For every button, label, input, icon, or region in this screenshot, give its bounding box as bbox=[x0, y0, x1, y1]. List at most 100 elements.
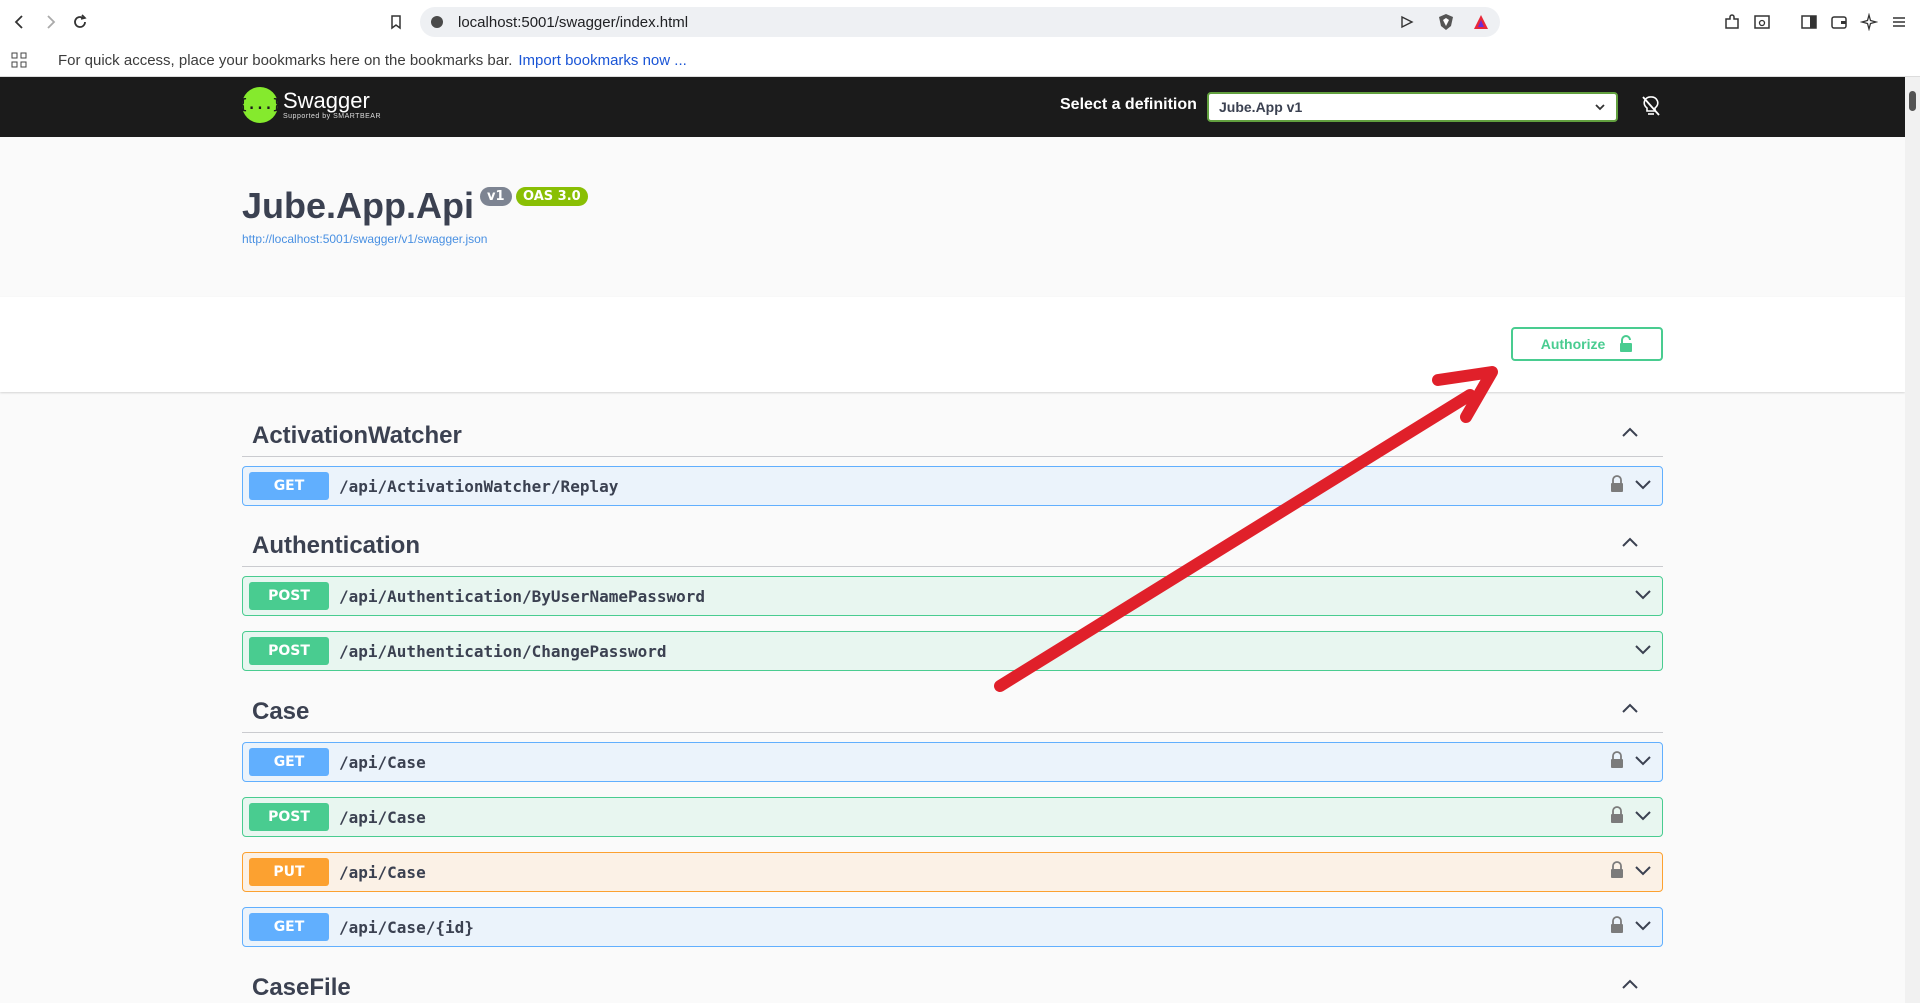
tag-section-activationwatcher[interactable]: ActivationWatcher bbox=[242, 410, 1663, 457]
tab-search-icon bbox=[1754, 15, 1770, 29]
chevron-down-icon[interactable] bbox=[1634, 479, 1652, 491]
operation-row[interactable]: GET /api/Case bbox=[242, 742, 1663, 782]
reload-button[interactable] bbox=[68, 10, 92, 34]
method-badge: POST bbox=[249, 637, 329, 665]
tag-name: CaseFile bbox=[252, 974, 351, 1001]
chevron-down-icon[interactable] bbox=[1634, 920, 1652, 932]
swagger-logo-text: Swagger bbox=[283, 88, 370, 113]
operation-path: /api/Case bbox=[339, 753, 426, 772]
address-text[interactable]: localhost:5001/swagger/index.html bbox=[458, 14, 688, 31]
version-badge: v1 bbox=[480, 187, 512, 206]
oas-badge: OAS 3.0 bbox=[516, 187, 588, 206]
wallet-button[interactable] bbox=[1827, 10, 1851, 34]
definition-select[interactable]: Jube.App v1 bbox=[1207, 92, 1618, 122]
sidebar-icon bbox=[1801, 15, 1817, 29]
api-info: Jube.App.Api v1 OAS 3.0 http://localhost… bbox=[0, 137, 1905, 297]
tab-search-button[interactable] bbox=[1750, 10, 1774, 34]
operation-path: /api/Case/{id} bbox=[339, 918, 474, 937]
chevron-up-icon[interactable] bbox=[1621, 702, 1639, 714]
reload-icon bbox=[74, 14, 87, 28]
browser-chrome: localhost:5001/swagger/index.html For qu… bbox=[0, 0, 1920, 77]
definition-value: Jube.App v1 bbox=[1219, 99, 1303, 115]
vertical-scrollbar[interactable] bbox=[1905, 77, 1920, 1003]
tag-name: ActivationWatcher bbox=[252, 422, 462, 449]
method-badge: POST bbox=[249, 582, 329, 610]
lock-icon[interactable] bbox=[1610, 861, 1624, 879]
chevron-down-icon[interactable] bbox=[1634, 589, 1652, 601]
tag-section-casefile[interactable]: CaseFile bbox=[242, 962, 1663, 1003]
chevron-down-icon[interactable] bbox=[1634, 755, 1652, 767]
operation-row[interactable]: POST /api/Authentication/ChangePassword bbox=[242, 631, 1663, 671]
lock-icon[interactable] bbox=[1610, 806, 1624, 824]
operation-row[interactable]: GET /api/Case/{id} bbox=[242, 907, 1663, 947]
scheme-container: Authorize bbox=[0, 297, 1905, 392]
chevron-up-icon[interactable] bbox=[1621, 536, 1639, 548]
authorize-button[interactable]: Authorize bbox=[1511, 327, 1663, 361]
method-badge: GET bbox=[249, 472, 329, 500]
swagger-logo-icon: {...} bbox=[239, 87, 281, 123]
method-badge: PUT bbox=[249, 858, 329, 886]
lock-icon[interactable] bbox=[1610, 475, 1624, 493]
api-title: Jube.App.Api bbox=[242, 185, 474, 226]
method-badge: GET bbox=[249, 913, 329, 941]
spec-url-link[interactable]: http://localhost:5001/swagger/v1/swagger… bbox=[242, 232, 487, 246]
definition-label: Select a definition bbox=[1060, 96, 1197, 113]
chevron-down-icon[interactable] bbox=[1634, 644, 1652, 656]
swagger-logo[interactable]: {...} Swagger Supported by SMARTBEAR bbox=[239, 87, 382, 123]
sidebar-button[interactable] bbox=[1797, 10, 1821, 34]
authorize-label: Authorize bbox=[1540, 336, 1606, 352]
leo-ai-button[interactable] bbox=[1857, 10, 1881, 34]
operation-row[interactable]: POST /api/Case bbox=[242, 797, 1663, 837]
tag-name: Authentication bbox=[252, 532, 420, 559]
back-arrow-icon bbox=[14, 15, 23, 29]
chevron-down-icon[interactable] bbox=[1634, 810, 1652, 822]
forward-button[interactable] bbox=[38, 10, 62, 34]
extensions-button[interactable] bbox=[1720, 10, 1744, 34]
operation-path: /api/ActivationWatcher/Replay bbox=[339, 477, 619, 496]
lock-icon[interactable] bbox=[1610, 751, 1624, 769]
sparkle-icon bbox=[1860, 13, 1878, 31]
tag-name: Case bbox=[252, 698, 310, 725]
method-badge: GET bbox=[249, 748, 329, 776]
lock-icon[interactable] bbox=[1610, 916, 1624, 934]
site-info-icon[interactable] bbox=[431, 16, 443, 28]
tag-section-authentication[interactable]: Authentication bbox=[242, 520, 1663, 567]
share-icon[interactable] bbox=[1398, 13, 1416, 31]
bookmark-icon bbox=[391, 15, 401, 30]
method-badge: POST bbox=[249, 803, 329, 831]
operation-path: /api/Authentication/ByUserNamePassword bbox=[339, 587, 706, 606]
scrollbar-thumb[interactable] bbox=[1909, 91, 1916, 111]
chevron-up-icon[interactable] bbox=[1621, 426, 1639, 438]
operation-row[interactable]: GET /api/ActivationWatcher/Replay bbox=[242, 466, 1663, 506]
swagger-logo-subtext: Supported by SMARTBEAR bbox=[283, 113, 382, 120]
address-bar[interactable]: localhost:5001/swagger/index.html bbox=[420, 7, 1500, 37]
bookmarks-hint: For quick access, place your bookmarks h… bbox=[58, 52, 513, 69]
operation-path: /api/Case bbox=[339, 808, 426, 827]
brave-rewards-icon[interactable] bbox=[1472, 13, 1490, 31]
brave-shield-icon[interactable] bbox=[1437, 13, 1455, 31]
tag-section-case[interactable]: Case bbox=[242, 686, 1663, 733]
hamburger-icon bbox=[1893, 17, 1905, 27]
wallet-icon bbox=[1831, 16, 1847, 29]
lightbulb-off-icon bbox=[1642, 96, 1660, 116]
lock-open-icon bbox=[1620, 335, 1633, 352]
apps-grid-icon[interactable] bbox=[11, 52, 27, 73]
puzzle-icon bbox=[1725, 14, 1739, 29]
operation-path: /api/Case bbox=[339, 863, 426, 882]
operation-row[interactable]: POST /api/Authentication/ByUserNamePassw… bbox=[242, 576, 1663, 616]
chevron-down-icon[interactable] bbox=[1634, 865, 1652, 877]
bookmarks-bar: For quick access, place your bookmarks h… bbox=[0, 43, 1920, 77]
browser-toolbar: localhost:5001/swagger/index.html bbox=[0, 0, 1920, 43]
chevron-up-icon[interactable] bbox=[1621, 978, 1639, 990]
import-bookmarks-link[interactable]: Import bookmarks now ... bbox=[518, 52, 686, 69]
swagger-topbar: {...} Swagger Supported by SMARTBEAR Sel… bbox=[0, 77, 1905, 137]
back-button[interactable] bbox=[8, 10, 32, 34]
bookmarks-message: For quick access, place your bookmarks h… bbox=[58, 52, 687, 69]
dark-mode-toggle[interactable] bbox=[1639, 94, 1663, 123]
forward-arrow-icon bbox=[47, 15, 56, 29]
operation-path: /api/Authentication/ChangePassword bbox=[339, 642, 667, 661]
chevron-down-icon bbox=[1595, 104, 1605, 111]
menu-button[interactable] bbox=[1887, 10, 1911, 34]
operation-row[interactable]: PUT /api/Case bbox=[242, 852, 1663, 892]
bookmark-page-button[interactable] bbox=[384, 10, 408, 34]
